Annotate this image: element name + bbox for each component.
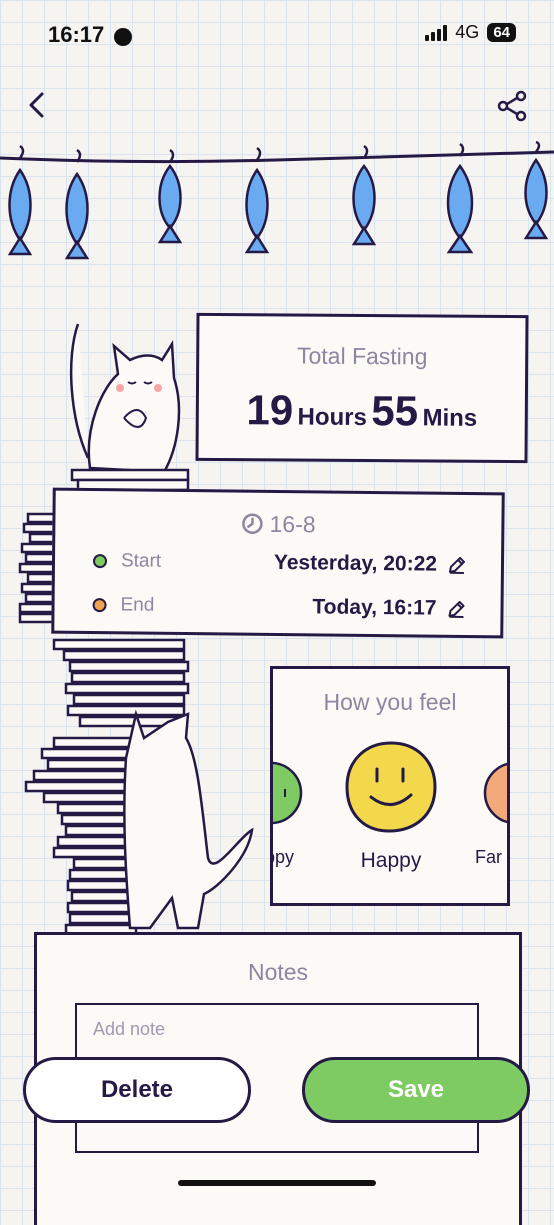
- signal-icon: [425, 24, 448, 41]
- save-button[interactable]: Save: [302, 1057, 530, 1123]
- end-time[interactable]: Today, 16:17: [312, 595, 436, 620]
- start-dot-icon: [92, 554, 108, 569]
- mood-prev-label[interactable]: ppy: [273, 847, 294, 868]
- mood-next-label[interactable]: Far: [475, 847, 502, 868]
- home-indicator: [178, 1180, 376, 1186]
- mood-picker-card: How you feel ppy Happy Far: [270, 666, 510, 906]
- start-row: Start Yesterday, 20:22: [92, 549, 467, 577]
- share-icon[interactable]: [496, 90, 528, 122]
- total-fasting-card: Total Fasting 19 Hours 55 Mins: [195, 312, 529, 464]
- edit-end-pencil-icon[interactable]: [446, 599, 466, 619]
- edit-start-pencil-icon[interactable]: [447, 555, 467, 575]
- start-label: Start: [120, 550, 162, 572]
- start-time[interactable]: Yesterday, 20:22: [274, 551, 437, 577]
- end-label: End: [120, 594, 155, 616]
- mood-prev-face-icon[interactable]: [270, 755, 303, 831]
- delete-button[interactable]: Delete: [23, 1057, 251, 1123]
- recording-dot-icon: [114, 28, 132, 46]
- fasting-plan-label: 16-8: [269, 510, 316, 538]
- clock-icon: [241, 513, 263, 534]
- mood-title: How you feel: [323, 689, 457, 715]
- total-fasting-title: Total Fasting: [296, 342, 428, 370]
- end-value[interactable]: Today, 16:17: [312, 595, 466, 621]
- minutes-value: 55: [371, 387, 419, 435]
- mood-next-face-icon[interactable]: [481, 755, 510, 831]
- fasting-plan: 16-8: [55, 509, 501, 541]
- status-indicators: 4G 64: [425, 22, 516, 43]
- hours-value: 19: [246, 386, 294, 434]
- fish-garland-illustration: [0, 140, 554, 260]
- start-value[interactable]: Yesterday, 20:22: [274, 551, 467, 577]
- mood-selected-label[interactable]: Happy: [343, 849, 439, 873]
- hours-unit: Hours: [297, 403, 367, 432]
- fasting-schedule-card: 16-8 Start Yesterday, 20:22 End Today, 1…: [51, 487, 505, 639]
- end-row: End Today, 16:17: [92, 593, 466, 621]
- back-icon[interactable]: [22, 88, 56, 122]
- notes-title: Notes: [247, 959, 309, 985]
- status-time: 16:17: [48, 22, 105, 47]
- end-dot-icon: [92, 598, 107, 613]
- battery-icon: 64: [487, 23, 516, 42]
- happy-face-icon[interactable]: [343, 739, 439, 835]
- network-type: 4G: [455, 22, 480, 42]
- minutes-unit: Mins: [422, 404, 478, 432]
- total-fasting-duration: 19 Hours 55 Mins: [199, 386, 525, 436]
